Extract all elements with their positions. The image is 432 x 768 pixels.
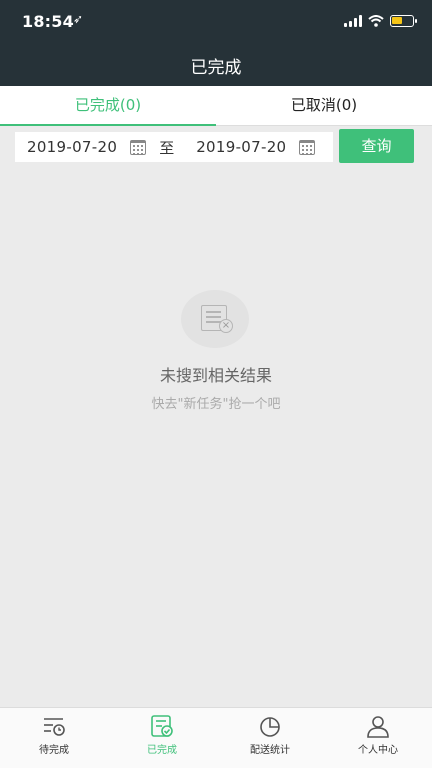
calendar-icon[interactable] xyxy=(130,139,147,155)
date-separator: 至 xyxy=(159,138,175,157)
battery-level xyxy=(392,17,402,24)
end-date-field[interactable]: 2019-07-20 xyxy=(174,138,286,156)
empty-title: 未搜到相关结果 xyxy=(159,366,272,385)
date-range-box: 2019-07-20 至 2019-07-20 xyxy=(15,132,333,162)
calendar-icon[interactable] xyxy=(299,139,316,155)
pie-chart-icon xyxy=(260,717,280,737)
battery-icon xyxy=(390,15,417,27)
pending-list-icon xyxy=(44,718,65,736)
nav-item-profile[interactable]: 个人中心 xyxy=(324,708,432,768)
nav-label-completed: 已完成 xyxy=(147,745,177,756)
query-button[interactable]: 查询 xyxy=(339,129,414,163)
nav-item-pending[interactable]: 待完成 xyxy=(0,708,108,768)
date-filter: 2019-07-20 至 2019-07-20 查询 xyxy=(0,126,432,168)
location-arrow-icon: ➶ xyxy=(73,12,84,26)
status-bar: 18:54 ➶ xyxy=(0,0,432,42)
nav-label-statistics: 配送统计 xyxy=(250,745,290,756)
user-icon xyxy=(367,716,389,738)
status-time: 18:54 xyxy=(22,12,74,31)
nav-bar: 已完成 xyxy=(0,42,432,86)
close-icon: × xyxy=(219,319,233,333)
nav-item-statistics[interactable]: 配送统计 xyxy=(216,708,324,768)
start-date-field[interactable]: 2019-07-20 xyxy=(15,138,117,156)
tab-completed[interactable]: 已完成(0) xyxy=(0,86,216,126)
tab-bar: 已完成(0) 已取消(0) xyxy=(0,86,432,126)
empty-result-icon: × xyxy=(181,290,249,348)
nav-label-profile: 个人中心 xyxy=(358,745,398,756)
wifi-icon xyxy=(368,15,384,27)
tab-cancelled[interactable]: 已取消(0) xyxy=(216,86,432,125)
cellular-signal-icon xyxy=(344,15,362,27)
nav-item-completed[interactable]: 已完成 xyxy=(108,708,216,768)
empty-subtitle: 快去"新任务"抢一个吧 xyxy=(151,397,281,412)
completed-list-icon xyxy=(151,715,173,737)
status-indicators xyxy=(344,14,417,28)
page-title: 已完成 xyxy=(190,58,242,78)
nav-label-pending: 待完成 xyxy=(39,745,69,756)
bottom-nav: 待完成 已完成 配送统计 个人中心 xyxy=(0,707,432,768)
